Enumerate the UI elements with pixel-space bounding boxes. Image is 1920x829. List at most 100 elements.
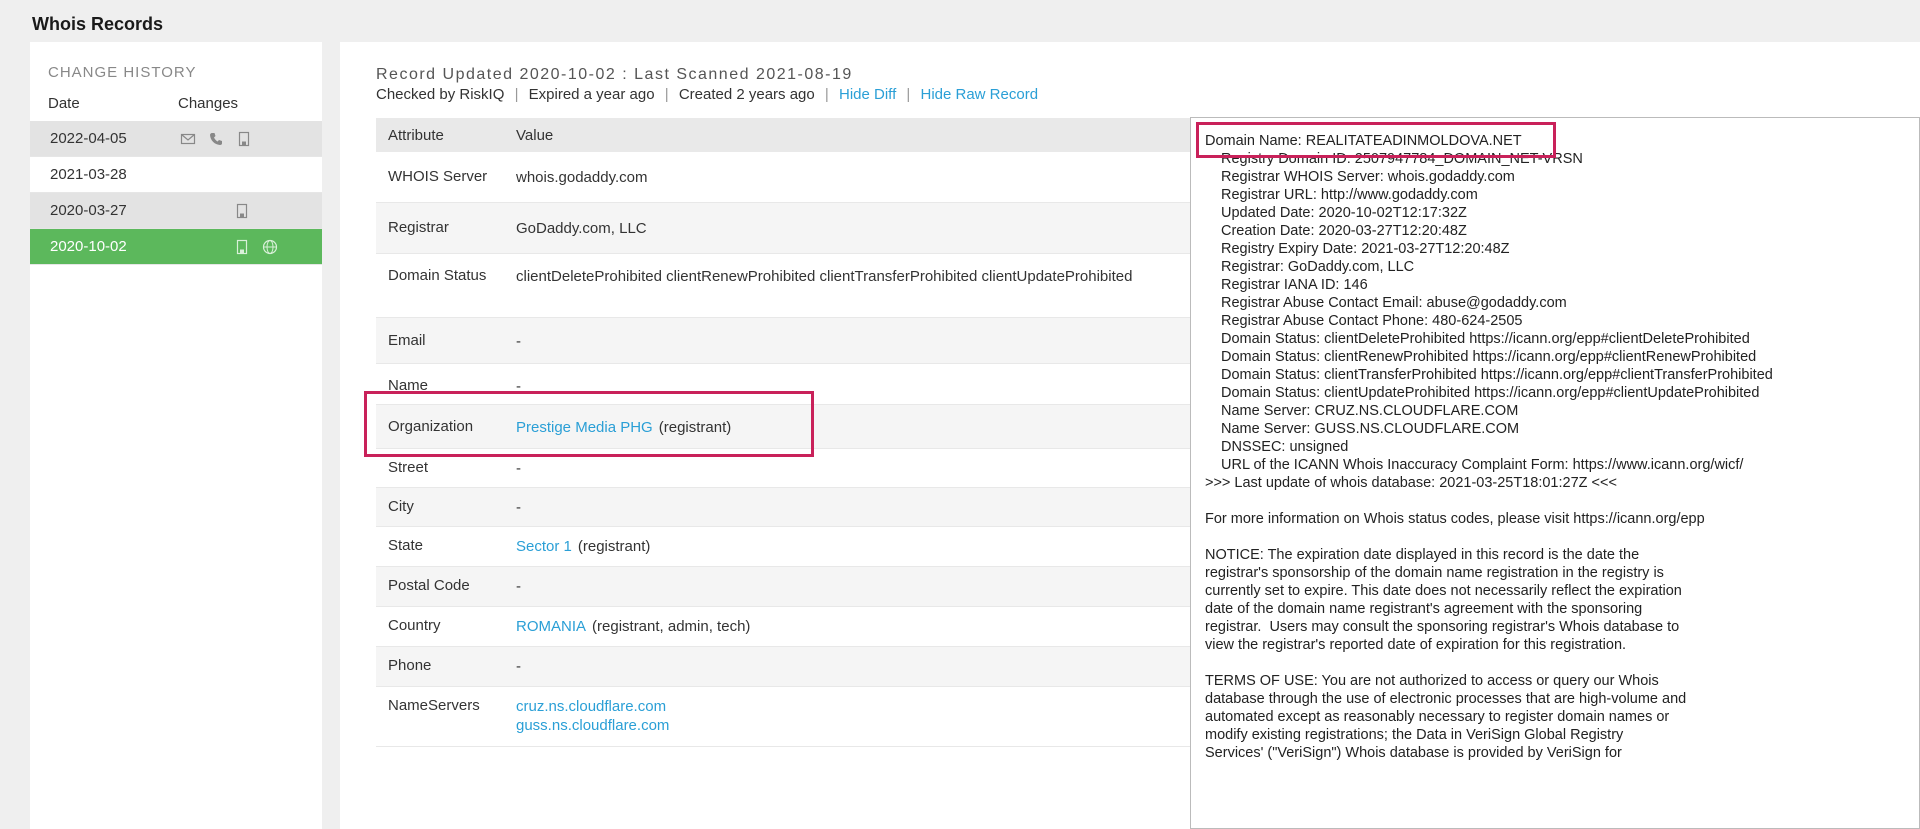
attribute-value: - — [516, 460, 521, 477]
attribute-column-header: Attribute — [388, 126, 444, 144]
attribute-label: City — [388, 498, 414, 515]
building-icon — [234, 239, 250, 255]
country-link[interactable]: ROMANIA — [516, 618, 586, 635]
table-row-city: City - — [376, 488, 1196, 527]
raw-record-line: modify existing registrations; the Data … — [1205, 727, 1624, 743]
raw-record-line: Creation Date: 2020-03-27T12:20:48Z — [1221, 223, 1467, 239]
attribute-label: Street — [388, 459, 429, 476]
role-note: (registrant, admin, tech) — [592, 618, 751, 635]
building-icon — [234, 203, 250, 219]
change-history-list: 2022-04-05 2021-03-28 2020-03-27 2020-10… — [30, 121, 322, 265]
attribute-value: - — [516, 578, 521, 595]
hide-diff-link[interactable]: Hide Diff — [839, 86, 896, 103]
attribute-value: clientDeleteProhibited clientRenewProhib… — [516, 268, 1133, 285]
raw-notice-block: NOTICE: The expiration date displayed in… — [1205, 546, 1919, 654]
attribute-label: State — [388, 537, 424, 554]
table-row-postal-code: Postal Code - — [376, 567, 1196, 607]
raw-record-line: Name Server: CRUZ.NS.CLOUDFLARE.COM — [1221, 403, 1519, 419]
attribute-value: - — [516, 499, 521, 516]
history-date: 2020-10-02 — [50, 238, 127, 255]
history-date: 2022-04-05 — [50, 130, 127, 147]
history-row-2020-03-27[interactable]: 2020-03-27 — [30, 193, 322, 229]
attribute-value: whois.godaddy.com — [516, 169, 648, 186]
raw-record-line: Registrar Abuse Contact Email: abuse@god… — [1221, 295, 1567, 311]
raw-record-line: Services' ("VeriSign") Whois database is… — [1205, 745, 1622, 761]
globe-icon — [262, 239, 278, 255]
attribute-label: Phone — [388, 657, 432, 674]
raw-record-line: view the registrar's reported date of ex… — [1205, 637, 1627, 653]
app-frame: Whois Records CHANGE HISTORY Date Change… — [0, 0, 1920, 829]
changes-column-header: Changes — [178, 95, 239, 112]
domain-name-highlight-box — [1196, 122, 1556, 158]
table-row-whois-server: WHOIS Server whois.godaddy.com — [376, 152, 1196, 203]
attribute-label: Country — [388, 617, 441, 634]
table-row-country: Country ROMANIA (registrant, admin, tech) — [376, 607, 1196, 647]
table-row-domain-status: Domain Status clientDeleteProhibited cli… — [376, 254, 1196, 318]
attribute-label: Domain Status — [388, 267, 487, 284]
hide-raw-record-link[interactable]: Hide Raw Record — [920, 86, 1038, 103]
table-row-email: Email - — [376, 318, 1196, 364]
raw-record-line: Domain Status: clientTransferProhibited … — [1221, 367, 1773, 383]
raw-last-update-line: >>> Last update of whois database: 2021-… — [1205, 475, 1617, 491]
table-row-nameservers: NameServers cruz.ns.cloudflare.com guss.… — [376, 687, 1196, 747]
organization-highlight-box — [364, 391, 814, 457]
phone-icon — [208, 131, 224, 147]
state-link[interactable]: Sector 1 — [516, 538, 572, 555]
building-icon — [236, 131, 252, 147]
attribute-value: - — [516, 333, 521, 350]
value-column-header: Value — [516, 126, 554, 144]
attribute-label: WHOIS Server — [388, 168, 488, 185]
raw-record-line: Domain Status: clientUpdateProhibited ht… — [1221, 385, 1760, 401]
history-date: 2021-03-28 — [50, 166, 127, 183]
attribute-label: NameServers — [388, 697, 480, 714]
record-meta-line: Checked by RiskIQ | Expired a year ago |… — [376, 86, 1038, 103]
date-column-header: Date — [48, 95, 80, 112]
change-history-title: CHANGE HISTORY — [48, 64, 197, 81]
record-updated-header: Record Updated 2020-10-02 : Last Scanned… — [376, 66, 853, 83]
table-row-phone: Phone - — [376, 647, 1196, 687]
role-note: (registrant) — [577, 538, 651, 555]
attribute-label: Postal Code — [388, 577, 470, 594]
table-row-state: State Sector 1 (registrant) — [376, 527, 1196, 567]
raw-more-info-line: For more information on Whois status cod… — [1205, 511, 1705, 527]
separator: | — [664, 86, 669, 103]
separator: | — [906, 86, 911, 103]
table-row-registrar: Registrar GoDaddy.com, LLC — [376, 203, 1196, 254]
change-history-panel: CHANGE HISTORY Date Changes 2022-04-05 2… — [30, 42, 322, 829]
history-date: 2020-03-27 — [50, 202, 127, 219]
history-row-2022-04-05[interactable]: 2022-04-05 — [30, 121, 322, 157]
attribute-label: Registrar — [388, 219, 449, 236]
raw-record-line: NOTICE: The expiration date displayed in… — [1205, 547, 1640, 563]
envelope-icon — [180, 131, 196, 147]
expired-text: Expired a year ago — [528, 86, 655, 103]
raw-record-line: Updated Date: 2020-10-02T12:17:32Z — [1221, 205, 1467, 221]
created-text: Created 2 years ago — [678, 86, 815, 103]
raw-record-box[interactable]: Domain Name: REALITATEADINMOLDOVA.NET Re… — [1190, 117, 1920, 829]
history-row-2021-03-28[interactable]: 2021-03-28 — [30, 157, 322, 193]
raw-record-line: Registrar URL: http://www.godaddy.com — [1221, 187, 1478, 203]
separator: | — [824, 86, 829, 103]
raw-record-lines: Registry Domain ID: 2507947784_DOMAIN_NE… — [1205, 150, 1919, 474]
history-row-2020-10-02[interactable]: 2020-10-02 — [30, 229, 322, 265]
raw-record-line: Registry Expiry Date: 2021-03-27T12:20:4… — [1221, 241, 1510, 257]
raw-record-line: Registrar: GoDaddy.com, LLC — [1221, 259, 1415, 275]
separator: | — [514, 86, 519, 103]
raw-record-line: Registrar IANA ID: 146 — [1221, 277, 1368, 293]
nameserver-link[interactable]: cruz.ns.cloudflare.com — [516, 697, 1176, 716]
raw-record-line: registrar's sponsorship of the domain na… — [1205, 565, 1664, 581]
checked-by-text: Checked by RiskIQ — [376, 86, 505, 103]
raw-record-line: Registrar Abuse Contact Phone: 480-624-2… — [1221, 313, 1523, 329]
raw-record-line: TERMS OF USE: You are not authorized to … — [1205, 673, 1659, 689]
raw-record-line: Name Server: GUSS.NS.CLOUDFLARE.COM — [1221, 421, 1520, 437]
raw-record-line: registrar. Users may consult the sponsor… — [1205, 619, 1680, 635]
attribute-label: Email — [388, 332, 426, 349]
raw-record-line: DNSSEC: unsigned — [1221, 439, 1349, 455]
attribute-value: - — [516, 658, 521, 675]
raw-record-line: database through the use of electronic p… — [1205, 691, 1687, 707]
raw-record-line: Registrar WHOIS Server: whois.godaddy.co… — [1221, 169, 1515, 185]
nameserver-link[interactable]: guss.ns.cloudflare.com — [516, 716, 1176, 735]
raw-record-line: automated except as reasonably necessary… — [1205, 709, 1670, 725]
raw-terms-block: TERMS OF USE: You are not authorized to … — [1205, 672, 1919, 762]
page-title: Whois Records — [32, 14, 164, 34]
attribute-value: GoDaddy.com, LLC — [516, 220, 647, 237]
